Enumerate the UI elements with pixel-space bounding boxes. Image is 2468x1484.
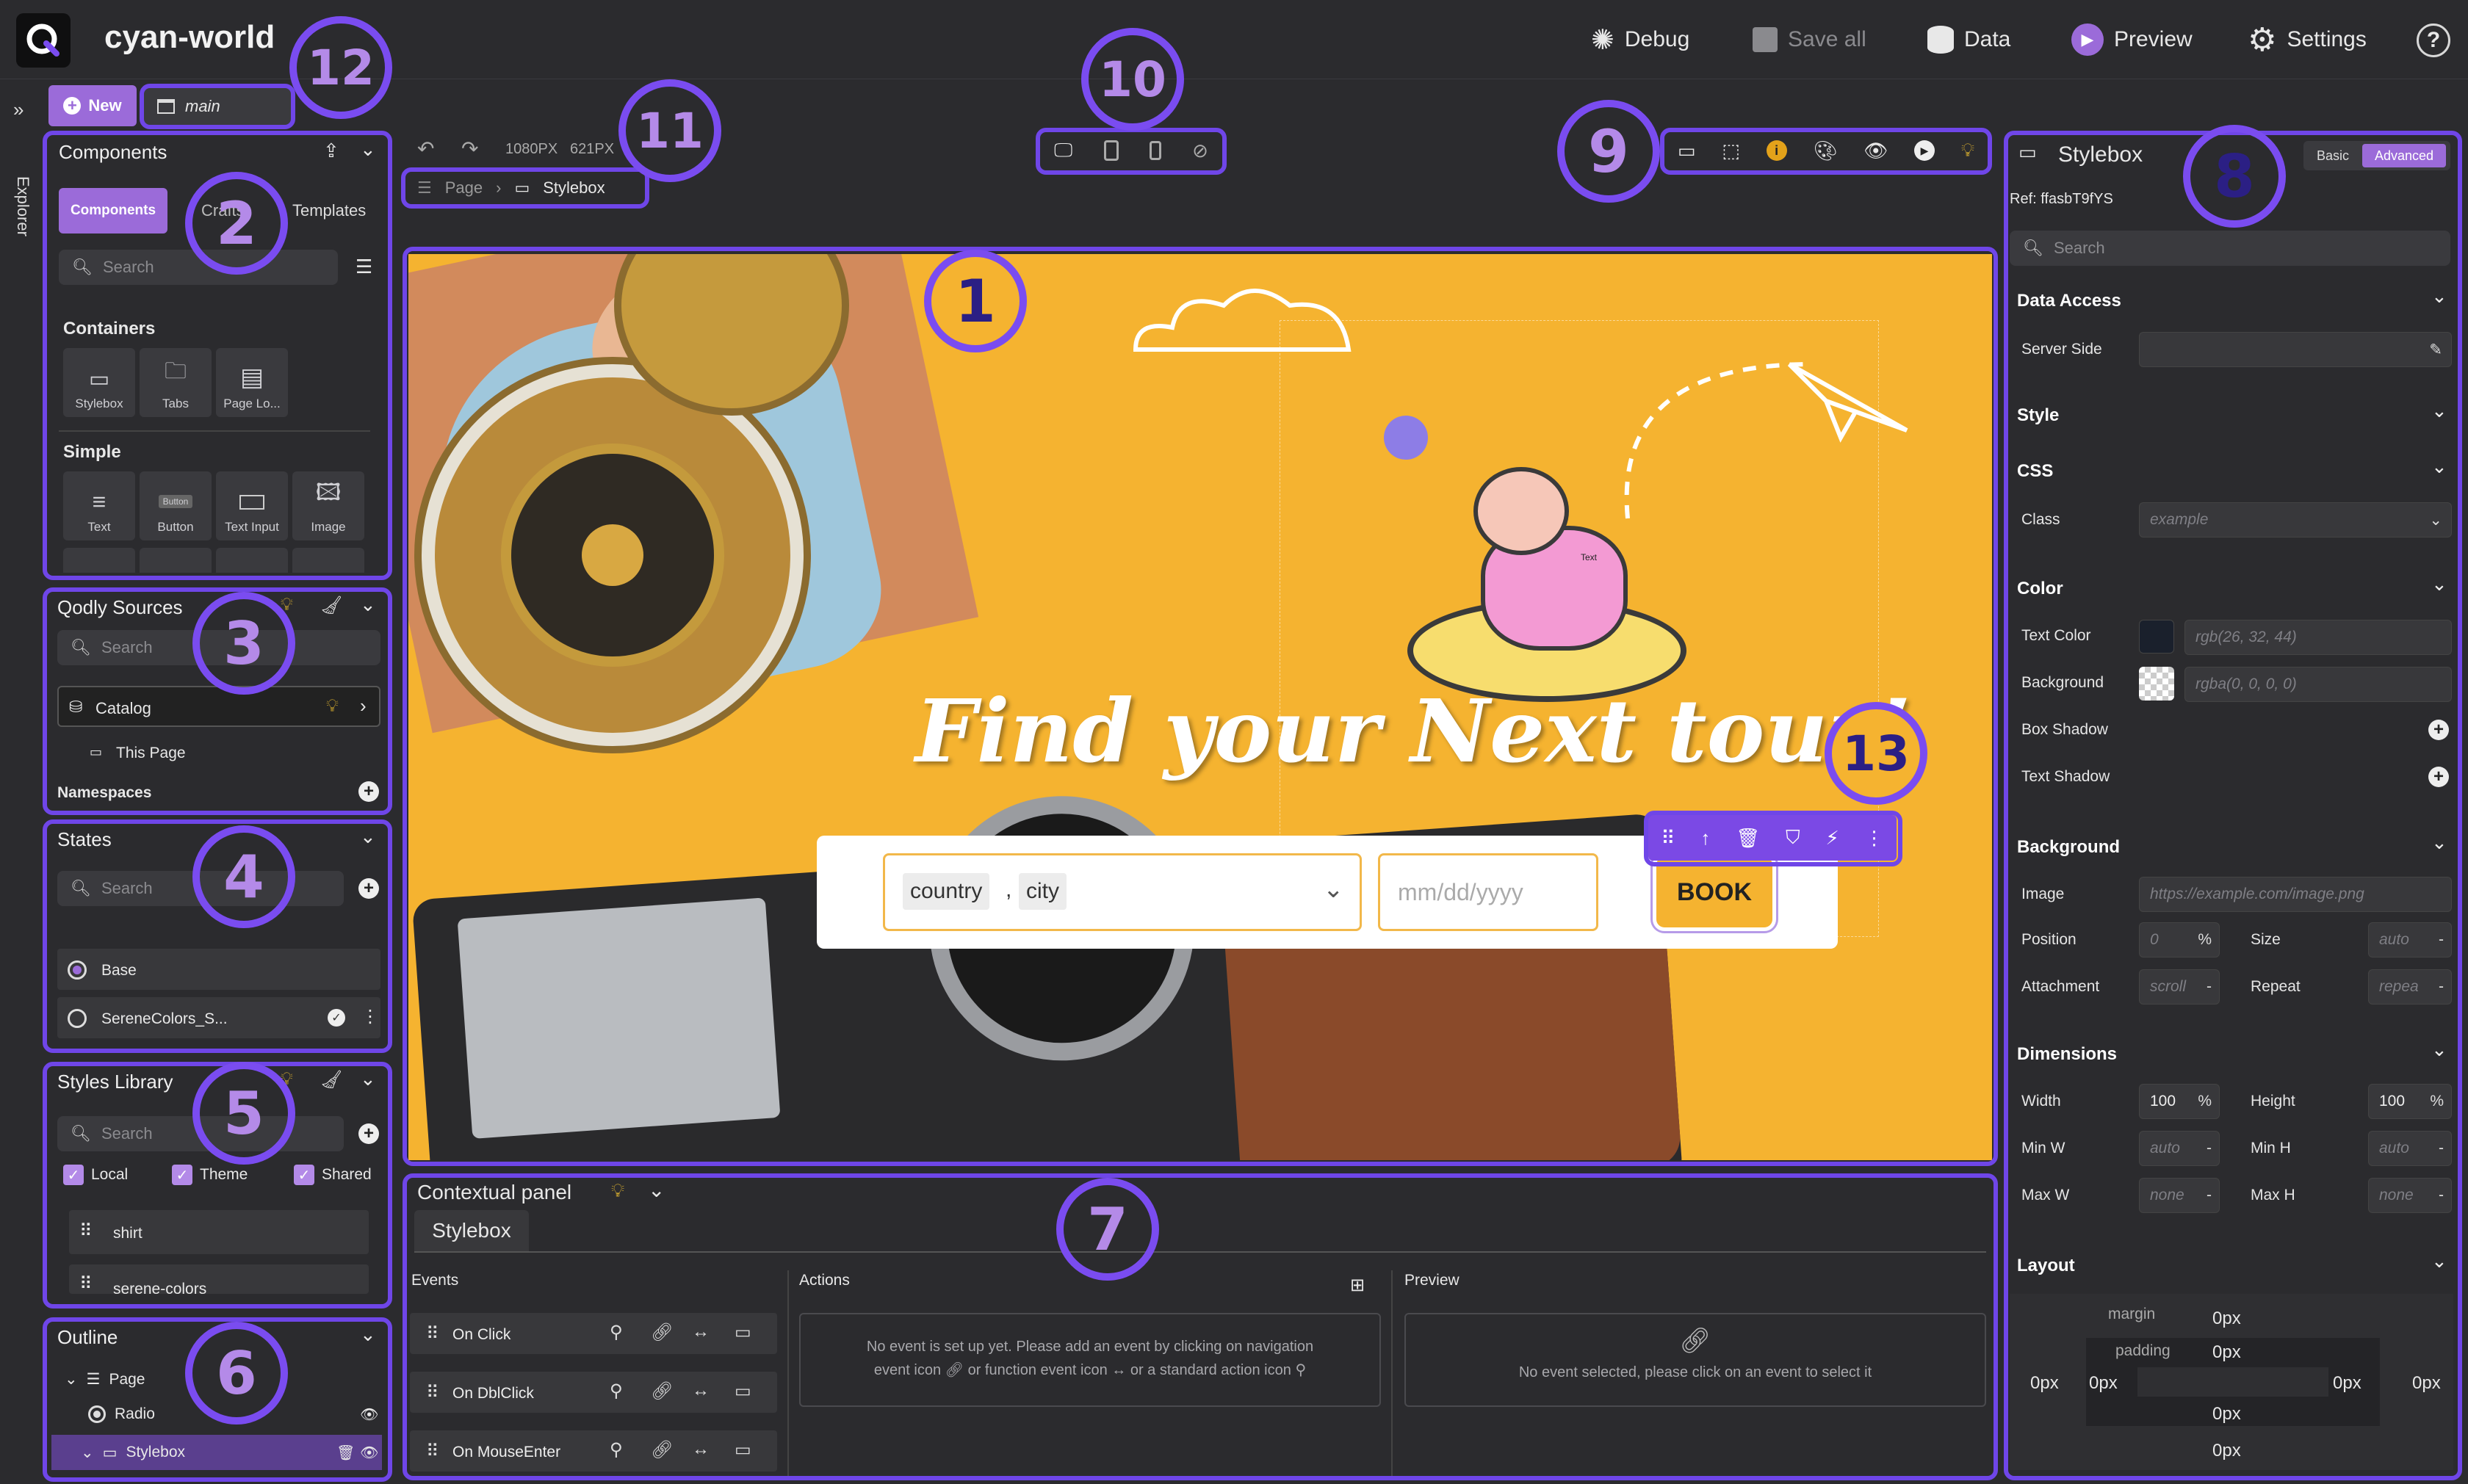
- save-all-button[interactable]: Save all: [1753, 19, 1866, 60]
- settings-button[interactable]: ⚙ Settings: [2248, 19, 2367, 60]
- app-title: cyan-world: [104, 19, 275, 55]
- annotation-box-canvas-tools: [1660, 128, 1992, 175]
- qodly-logo[interactable]: [16, 13, 71, 68]
- badge-3: 3: [192, 592, 295, 695]
- gear-icon: ⚙: [2248, 21, 2277, 58]
- new-button[interactable]: + New: [48, 85, 137, 126]
- annotation-box-element-toolbar: [1644, 811, 1902, 866]
- badge-12: 12: [289, 16, 392, 119]
- plus-circle-icon: +: [63, 96, 82, 115]
- badge-8: 8: [2183, 125, 2286, 228]
- badge-6: 6: [185, 1322, 288, 1425]
- annotation-box-devices: [1036, 128, 1227, 175]
- help-icon[interactable]: ?: [2417, 23, 2450, 57]
- undo-icon[interactable]: ↶: [417, 137, 434, 161]
- canvas-height: 621PX: [570, 141, 615, 157]
- badge-1: 1: [924, 250, 1027, 352]
- save-icon: [1753, 27, 1778, 52]
- badge-10: 10: [1081, 28, 1184, 131]
- expand-explorer-icon[interactable]: »: [13, 98, 24, 121]
- redo-icon[interactable]: ↷: [461, 137, 478, 161]
- preview-button[interactable]: ▶ Preview: [2071, 19, 2193, 60]
- annotation-box-contextual: [403, 1173, 1998, 1480]
- badge-9: 9: [1557, 100, 1660, 203]
- annotation-box-properties: [2004, 131, 2462, 1480]
- badge-13: 13: [1825, 702, 1927, 805]
- canvas-width: 1080PX: [505, 141, 558, 157]
- badge-4: 4: [192, 825, 295, 928]
- database-icon: [1927, 26, 1954, 54]
- explorer-label[interactable]: Explorer: [13, 176, 32, 236]
- debug-button[interactable]: ✺ Debug: [1591, 19, 1689, 60]
- annotation-box-main-tab: [140, 84, 295, 129]
- badge-11: 11: [618, 79, 721, 182]
- annotation-box-canvas: [403, 247, 1998, 1166]
- annotation-box-breadcrumb: [401, 167, 649, 209]
- badge-7: 7: [1056, 1178, 1159, 1281]
- bug-icon: ✺: [1591, 24, 1614, 56]
- data-button[interactable]: Data: [1927, 19, 2010, 60]
- play-icon: ▶: [2071, 23, 2104, 56]
- badge-2: 2: [185, 172, 288, 275]
- badge-5: 5: [192, 1062, 295, 1165]
